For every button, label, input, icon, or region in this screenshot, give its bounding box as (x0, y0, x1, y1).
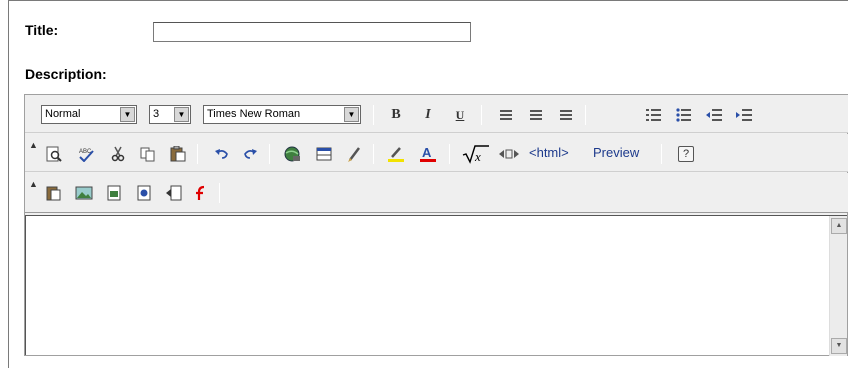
code-arrows-icon (499, 149, 519, 159)
toolbar-separator (449, 144, 450, 164)
toolbar-separator (373, 105, 374, 125)
spellcheck-icon: ABC (79, 149, 94, 162)
size-select-value: 3 (153, 108, 160, 120)
align-left-button[interactable] (495, 104, 517, 126)
toolbar-separator (481, 105, 482, 125)
size-select[interactable]: 3 ▼ (149, 105, 191, 124)
toolbar-collapse-icon[interactable]: ▲ (29, 140, 38, 150)
format-select-value: Normal (45, 108, 81, 120)
indent-button[interactable] (733, 104, 755, 126)
edit-button[interactable] (343, 143, 365, 165)
undo-icon (215, 149, 228, 159)
cut-icon (111, 146, 125, 162)
find-replace-icon (46, 146, 62, 162)
paste-icon (170, 146, 186, 162)
description-label: Description: (25, 66, 107, 82)
chevron-down-icon: ▼ (120, 107, 135, 122)
code-button[interactable] (497, 143, 521, 165)
insert-file-button[interactable] (103, 182, 125, 204)
chevron-down-icon: ▼ (174, 107, 189, 122)
toolbar-separator (661, 144, 662, 164)
unordered-list-button[interactable] (673, 104, 695, 126)
insert-media-icon (137, 185, 151, 201)
redo-button[interactable] (239, 143, 261, 165)
rich-text-editor: Normal ▼ 3 ▼ Times New Roman ▼ B I U ▲ A… (24, 94, 848, 356)
html-source-button[interactable]: <html> (529, 145, 569, 163)
flash-icon (196, 185, 205, 200)
toolbar-separator (585, 105, 586, 125)
unordered-list-icon (676, 108, 691, 122)
insert-image-button[interactable] (73, 182, 95, 204)
help-button[interactable]: ? (675, 143, 697, 165)
hyperlink-button[interactable] (281, 143, 303, 165)
toolbar-separator (219, 183, 220, 203)
font-color-button[interactable]: A (417, 143, 439, 165)
align-right-icon (560, 110, 572, 120)
scroll-up-icon[interactable]: ▲ (831, 218, 847, 234)
ordered-list-icon (646, 109, 661, 121)
outdent-button[interactable] (703, 104, 725, 126)
paste-button[interactable] (167, 143, 189, 165)
insert-image-icon (75, 186, 93, 200)
title-input[interactable] (153, 22, 471, 42)
align-center-icon (530, 110, 542, 120)
editing-toolbar: ▲ ABC A x <html> Preview ? (25, 134, 848, 172)
scroll-down-icon[interactable]: ▼ (831, 338, 847, 354)
font-select-value: Times New Roman (207, 108, 301, 120)
vertical-scrollbar[interactable]: ▲ ▼ (829, 216, 847, 356)
outdent-icon (706, 109, 722, 121)
font-color-icon: A (420, 145, 436, 162)
align-left-icon (500, 110, 512, 120)
title-label: Title: (25, 22, 59, 38)
toolbar-separator (373, 144, 374, 164)
indent-icon (736, 109, 752, 121)
table-button[interactable] (313, 143, 335, 165)
insert-file-icon (107, 185, 121, 201)
align-right-button[interactable] (555, 104, 577, 126)
insert-document-icon (46, 186, 61, 201)
cut-button[interactable] (107, 143, 129, 165)
spellcheck-button[interactable]: ABC (75, 143, 97, 165)
find-replace-button[interactable] (43, 143, 65, 165)
highlight-button[interactable] (385, 143, 407, 165)
redo-icon (244, 149, 257, 159)
bold-button[interactable]: B (385, 104, 407, 126)
insert-attachment-button[interactable] (163, 182, 185, 204)
align-center-button[interactable] (525, 104, 547, 126)
toolbar-collapse-icon[interactable]: ▲ (29, 179, 38, 189)
copy-button[interactable] (137, 143, 159, 165)
italic-button[interactable]: I (417, 104, 439, 126)
insert-document-button[interactable] (43, 182, 65, 204)
undo-button[interactable] (211, 143, 233, 165)
ordered-list-button[interactable] (643, 104, 665, 126)
svg-text:x: x (474, 149, 481, 164)
insert-attachment-icon (166, 185, 182, 201)
edit-pencil-icon (348, 147, 360, 162)
insert-media-button[interactable] (133, 182, 155, 204)
underline-button[interactable]: U (449, 104, 471, 126)
editor-content-area[interactable]: ▲ ▼ (25, 215, 847, 356)
hyperlink-icon (284, 146, 300, 162)
insert-flash-button[interactable] (189, 182, 211, 204)
copy-icon (140, 147, 155, 162)
math-formula-button[interactable]: x (461, 143, 491, 165)
svg-text:A: A (422, 145, 432, 160)
toolbar-separator (269, 144, 270, 164)
chevron-down-icon: ▼ (344, 107, 359, 122)
table-icon (316, 147, 332, 161)
font-select[interactable]: Times New Roman ▼ (203, 105, 361, 124)
format-select[interactable]: Normal ▼ (41, 105, 137, 124)
help-icon: ? (678, 146, 694, 162)
math-formula-icon: x (462, 145, 489, 164)
toolbar-separator (197, 144, 198, 164)
insert-toolbar: ▲ (25, 173, 848, 213)
preview-button[interactable]: Preview (593, 145, 639, 163)
highlight-icon (388, 147, 404, 162)
formatting-toolbar: Normal ▼ 3 ▼ Times New Roman ▼ B I U (25, 95, 848, 133)
